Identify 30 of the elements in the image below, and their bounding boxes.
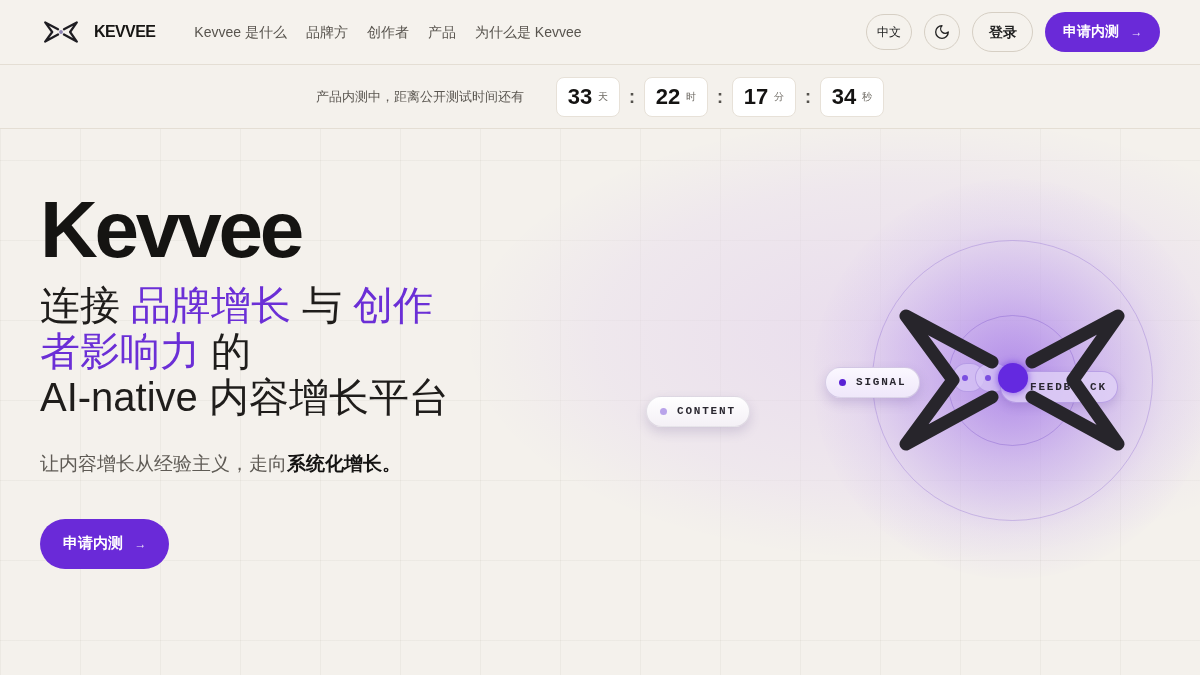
- nav-link[interactable]: Kevvee 是什么: [194, 21, 287, 43]
- countdown-unit: 分: [774, 90, 785, 104]
- countdown-unit: 时: [686, 90, 697, 104]
- moon-icon: [935, 25, 949, 39]
- countdown-text: 产品内测中，距离公开测试时间还有: [316, 87, 524, 106]
- pill-label: SIGNAL: [856, 375, 907, 391]
- countdown-number: 33: [567, 85, 593, 108]
- nav-link[interactable]: 为什么是 Kevvee: [474, 21, 582, 43]
- pill-label: FEEDB: [1030, 379, 1072, 395]
- countdown-number: 22: [655, 85, 681, 108]
- center-node-icon: [998, 363, 1028, 393]
- countdown-unit: 秒: [862, 90, 873, 104]
- countdown-separator: :: [805, 87, 811, 106]
- countdown-separator: :: [717, 87, 723, 106]
- apply-beta-button[interactable]: 申请内测 →: [40, 519, 169, 569]
- countdown-unit: 天: [598, 90, 609, 104]
- pill-label: CK: [1090, 379, 1107, 395]
- hero-headline: 连接 品牌增长 与 创作 者影响力 的 AI-native 内容增长平台: [40, 282, 449, 420]
- hero-title: Kevvee: [40, 190, 302, 270]
- logo-icon[interactable]: [44, 21, 78, 43]
- apply-beta-button[interactable]: 申请内测 →: [1045, 12, 1160, 52]
- hero-subtitle: 让内容增长从经验主义，走向系统化增长。: [40, 452, 401, 476]
- nav-link[interactable]: 产品: [427, 21, 456, 43]
- nav-link[interactable]: 品牌方: [305, 21, 348, 43]
- brand-name[interactable]: KEVVEE: [94, 20, 156, 44]
- pill-label: CONTENT: [677, 404, 736, 420]
- countdown-number: 34: [831, 85, 857, 108]
- nav-link[interactable]: 创作者: [366, 21, 409, 43]
- countdown-separator: :: [629, 87, 635, 106]
- countdown-number: 17: [743, 85, 769, 108]
